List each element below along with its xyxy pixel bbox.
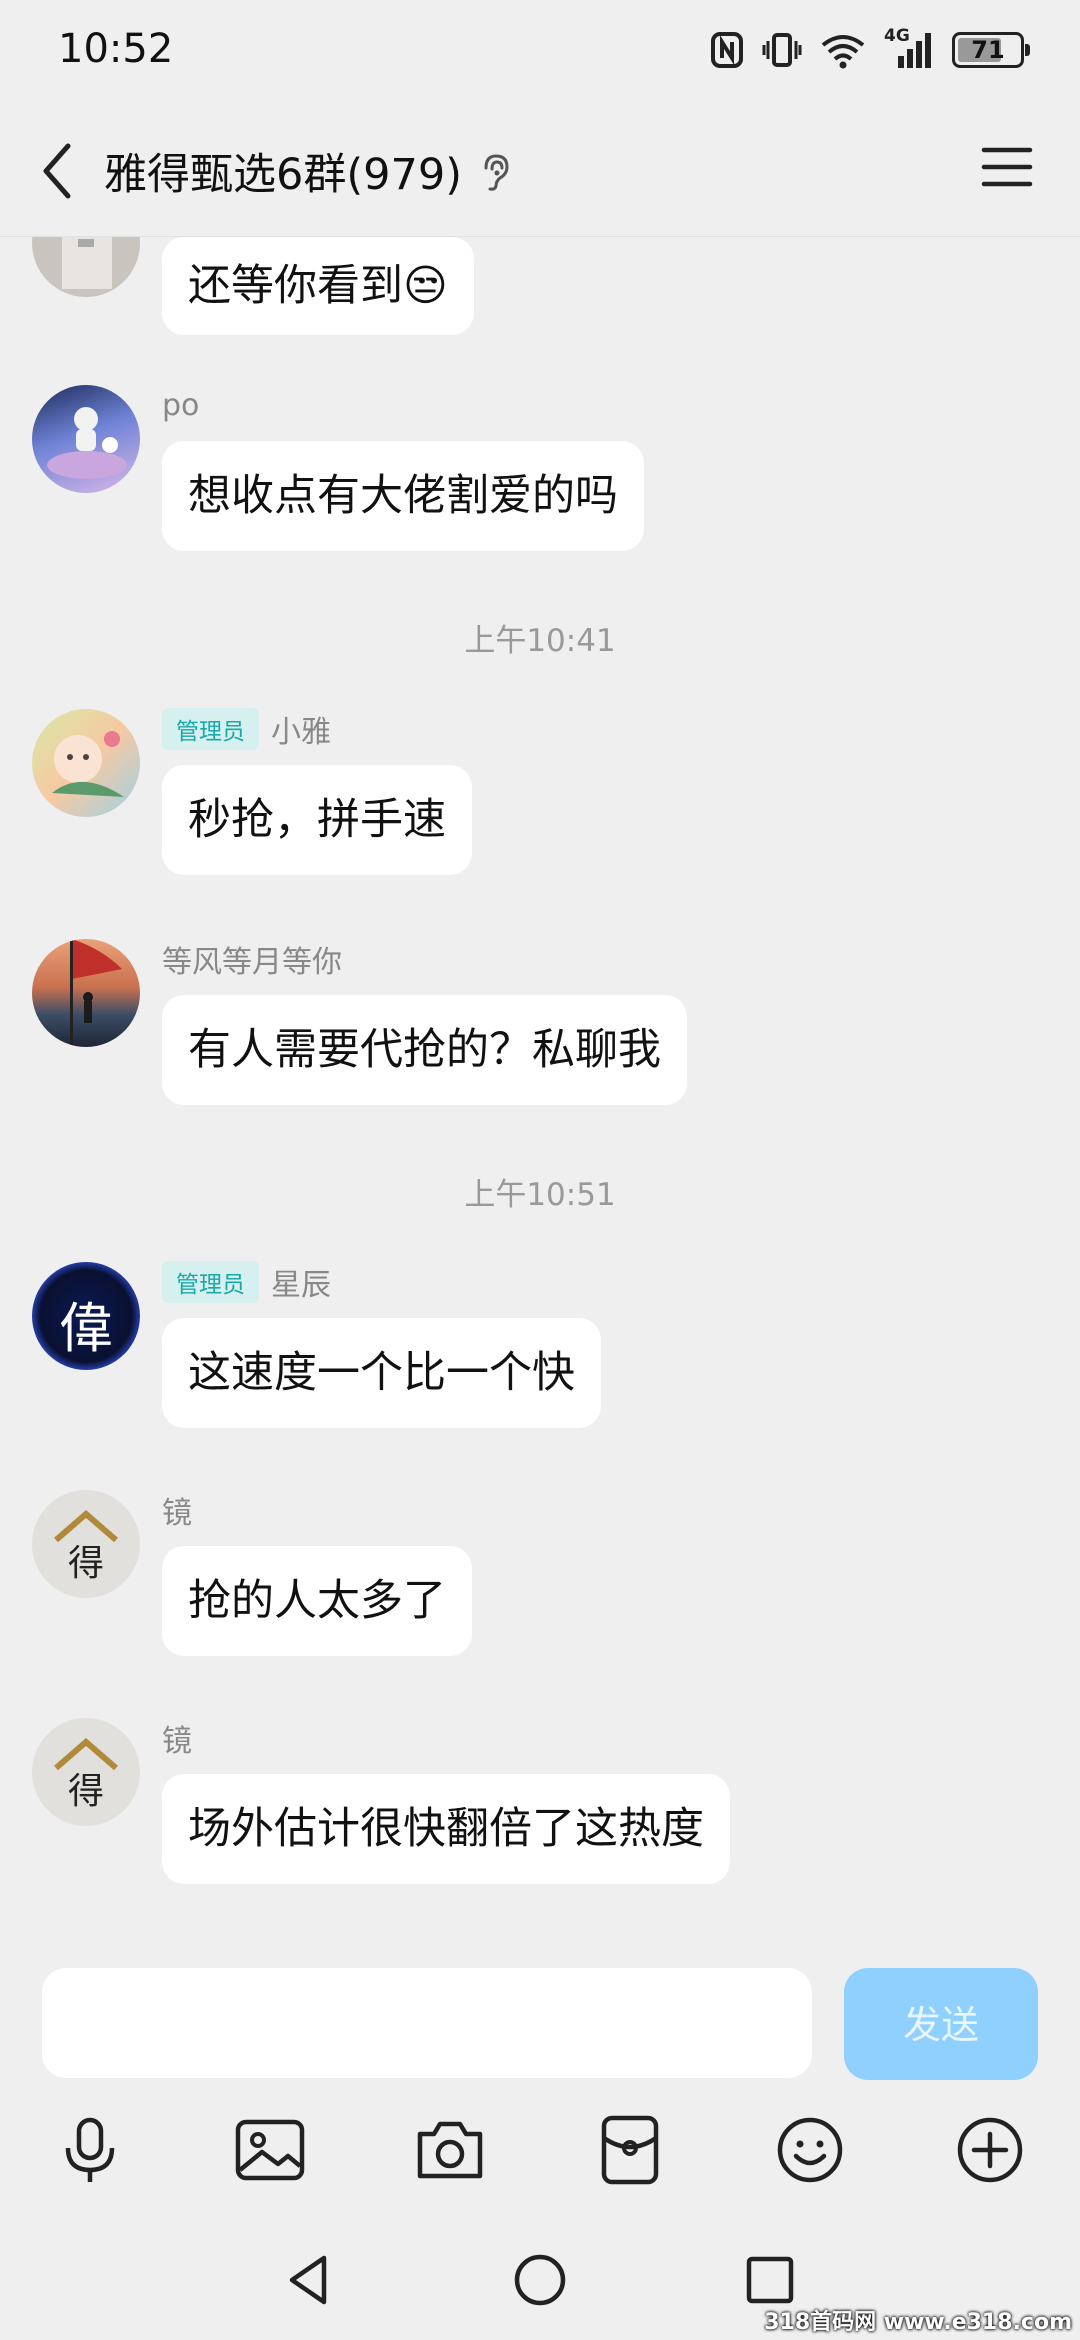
- message-bubble[interactable]: 有人需要代抢的？私聊我: [162, 995, 687, 1105]
- system-nav-bar: 318首码网 www.e318.com: [0, 2220, 1080, 2340]
- timestamp: 上午10:41: [464, 623, 616, 659]
- sender-name[interactable]: po: [162, 388, 199, 423]
- avatar[interactable]: [32, 709, 140, 817]
- timestamp: 上午10:51: [464, 1177, 616, 1213]
- message-bubble[interactable]: 场外估计很快翻倍了这热度: [162, 1774, 730, 1884]
- send-button[interactable]: 发送: [844, 1968, 1038, 2080]
- plus-icon: [957, 2117, 1023, 2183]
- emoji-icon: [777, 2117, 843, 2183]
- admin-badge: 管理员: [162, 708, 259, 750]
- avatar[interactable]: [32, 237, 140, 297]
- message-input[interactable]: [42, 1968, 812, 2078]
- avatar[interactable]: [32, 939, 140, 1047]
- nav-recents-icon[interactable]: [740, 2250, 800, 2310]
- sender-name[interactable]: 镜: [162, 1716, 192, 1760]
- status-icons: 4G 71: [710, 26, 1030, 72]
- avatar[interactable]: 得: [32, 1490, 140, 1598]
- image-icon: [235, 2119, 305, 2181]
- message-bubble[interactable]: 抢的人太多了: [162, 1546, 472, 1656]
- nfc-icon: [711, 32, 743, 68]
- avatar[interactable]: 得: [32, 1718, 140, 1826]
- message-bubble[interactable]: 秒抢，拼手速: [162, 765, 472, 875]
- watermark: 318首码网 www.e318.com: [764, 2310, 1072, 2335]
- wifi-icon: [821, 35, 865, 69]
- avatar-glyph: 偉: [59, 1297, 113, 1360]
- image-button[interactable]: [232, 2112, 308, 2188]
- sender-name[interactable]: 星辰: [271, 1260, 331, 1304]
- red-packet-button[interactable]: [592, 2112, 668, 2188]
- sender-row: 镜: [162, 1488, 192, 1532]
- chat-header: 雅得甄选6群(979): [0, 100, 1080, 237]
- sender-row: 镜: [162, 1716, 192, 1760]
- avatar-glyph: 得: [67, 1771, 104, 1812]
- nav-back-icon[interactable]: [280, 2250, 340, 2310]
- microphone-button[interactable]: [52, 2112, 128, 2188]
- status-time: 10:52: [58, 26, 174, 72]
- sender-name[interactable]: 镜: [162, 1488, 192, 1532]
- camera-icon: [417, 2121, 483, 2179]
- microphone-icon: [65, 2117, 115, 2182]
- back-arrow-icon[interactable]: [34, 140, 84, 202]
- camera-button[interactable]: [412, 2112, 488, 2188]
- admin-badge: 管理员: [162, 1261, 259, 1303]
- avatar[interactable]: [32, 385, 140, 493]
- vibrate-icon: [762, 33, 802, 67]
- sender-row: po: [162, 385, 199, 425]
- ear-icon[interactable]: [478, 152, 512, 192]
- menu-icon[interactable]: [980, 144, 1034, 190]
- sender-name[interactable]: 小雅: [271, 707, 331, 751]
- sender-row: 等风等月等你: [162, 937, 342, 981]
- avatar-glyph: 得: [67, 1543, 104, 1584]
- chat-message-list[interactable]: 还等你看到😒 po 想收点有大佬割爱的吗 上午10:41 管理员 小雅 秒抢，拼…: [0, 237, 1080, 1947]
- message-bubble[interactable]: 想收点有大佬割爱的吗: [162, 441, 644, 551]
- input-bar: 发送: [0, 1950, 1080, 2090]
- message-bubble[interactable]: 还等你看到😒: [162, 237, 474, 335]
- battery-icon: 71: [952, 32, 1030, 68]
- sender-row: 管理员 星辰: [162, 1260, 331, 1304]
- red-packet-icon: [601, 2115, 659, 2185]
- status-bar: 10:52 4G 71: [0, 0, 1080, 100]
- avatar[interactable]: 偉: [32, 1262, 140, 1370]
- battery-level: 71: [971, 36, 1005, 64]
- message-bubble[interactable]: 这速度一个比一个快: [162, 1318, 601, 1428]
- sender-row: 管理员 小雅: [162, 707, 331, 751]
- more-button[interactable]: [952, 2112, 1028, 2188]
- cellular-signal-icon: 4G: [884, 26, 934, 70]
- emoji-button[interactable]: [772, 2112, 848, 2188]
- nav-home-icon[interactable]: [510, 2250, 570, 2310]
- sender-name[interactable]: 等风等月等你: [162, 937, 342, 981]
- group-title[interactable]: 雅得甄选6群(979): [104, 140, 462, 202]
- input-toolbar: [0, 2100, 1080, 2200]
